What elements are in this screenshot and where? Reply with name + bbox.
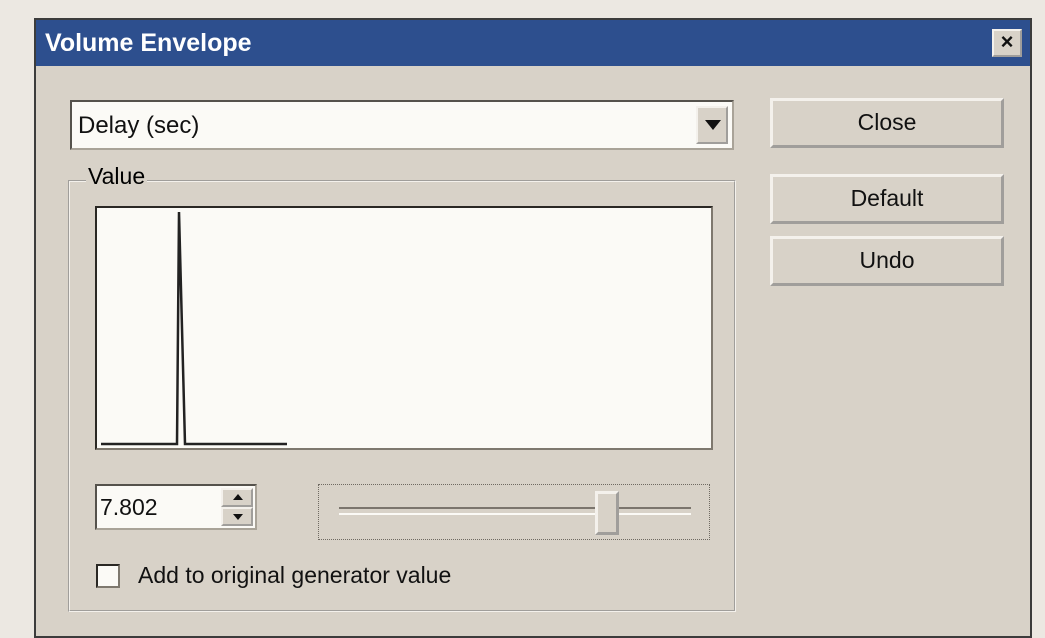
slider-track: [339, 507, 691, 515]
close-button[interactable]: Close: [770, 98, 1004, 148]
undo-button-label: Undo: [859, 247, 915, 273]
close-x-icon[interactable]: ×: [992, 29, 1022, 57]
parameter-selected-value: Delay (sec): [78, 112, 200, 139]
spin-up-icon[interactable]: [221, 488, 253, 507]
value-group-label: Value: [86, 163, 148, 190]
value-spin-input[interactable]: 7.802: [95, 484, 257, 530]
add-to-original-checkbox[interactable]: [96, 564, 120, 588]
envelope-graph: [95, 206, 713, 450]
close-button-label: Close: [857, 109, 917, 135]
undo-button[interactable]: Undo: [770, 236, 1004, 286]
parameter-dropdown[interactable]: Delay (sec): [70, 100, 734, 150]
value-spin-text: 7.802: [100, 494, 158, 520]
value-slider[interactable]: [318, 484, 710, 540]
dropdown-arrow-icon[interactable]: [696, 106, 728, 144]
title-bar[interactable]: Volume Envelope ×: [36, 20, 1030, 66]
add-to-original-label: Add to original generator value: [138, 562, 452, 588]
spin-down-icon[interactable]: [221, 507, 253, 526]
default-button[interactable]: Default: [770, 174, 1004, 224]
envelope-graph-canvas: [101, 211, 287, 446]
slider-thumb[interactable]: [594, 491, 619, 535]
envelope-curve: [101, 211, 287, 446]
dialog-title: Volume Envelope: [45, 29, 252, 57]
default-button-label: Default: [850, 185, 924, 211]
volume-envelope-dialog: Volume Envelope × Delay (sec) Close Defa…: [34, 18, 1032, 638]
